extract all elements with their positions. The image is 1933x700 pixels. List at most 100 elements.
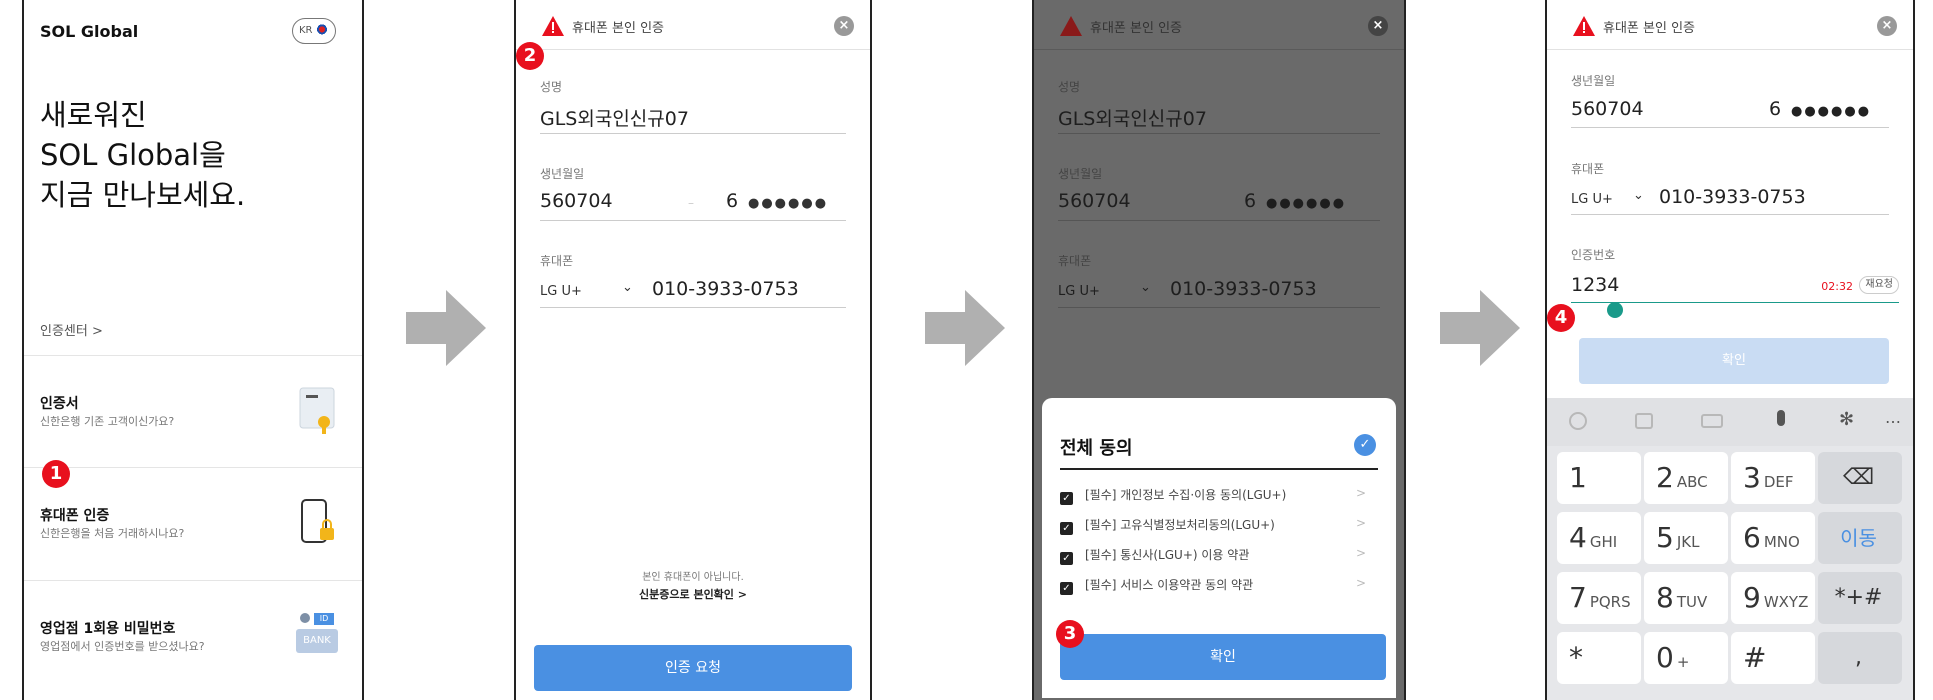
more-icon[interactable]: … <box>1885 408 1901 427</box>
menu-item-phone-auth[interactable]: 휴대폰 인증 신한은행을 처음 거래하시나요? <box>24 467 362 577</box>
request-auth-button[interactable]: 인증 요청 <box>534 645 852 691</box>
active-underline <box>1571 302 1899 303</box>
key-letters: + <box>1676 653 1690 671</box>
terms-item-label: [필수] 서비스 이용약관 동의 약관 <box>1085 578 1254 592</box>
menu-item-title: 휴대폰 인증 <box>40 508 110 524</box>
key-digit: *+# <box>1834 585 1883 610</box>
key-2-1[interactable]: 8 TUV <box>1644 572 1728 624</box>
cert-center-link[interactable]: 인증센터 > <box>40 320 103 339</box>
key-digit: 9 <box>1743 581 1761 614</box>
chevron-right-icon[interactable]: > <box>1356 516 1366 530</box>
headline: 새로워진 SOL Global을 지금 만나보세요. <box>40 95 245 215</box>
menu-item-title: 영업점 1회용 비밀번호 <box>40 621 176 637</box>
gender-digit[interactable]: 6 <box>726 190 738 212</box>
key-letters: MNO <box>1763 533 1800 551</box>
masked-id: ●●●●●● <box>748 196 829 211</box>
key-1-2[interactable]: 6 MNO <box>1731 512 1815 564</box>
gear-icon[interactable]: ✻ <box>1839 410 1854 430</box>
checkbox-icon[interactable]: ✓ <box>1060 552 1073 565</box>
code-field[interactable]: 1234 <box>1571 274 1619 296</box>
close-icon[interactable]: × <box>1368 16 1388 36</box>
close-icon[interactable]: × <box>834 16 854 36</box>
verify-confirm-button[interactable]: 확인 <box>1579 338 1889 384</box>
key-3-3[interactable]: , <box>1818 632 1902 684</box>
key-2-2[interactable]: 9 WXYZ <box>1731 572 1815 624</box>
terms-item-label: [필수] 개인정보 수집·이용 동의(LGU+) <box>1085 488 1287 502</box>
numeric-keyboard: ✻ … 1 2 ABC 3 DEF ⌫ 4 GHI 5 JKL 6 MNO 이동 7 PQRS 8 TUV 9 WX… <box>1547 398 1913 700</box>
check-all-icon[interactable]: ✓ <box>1354 434 1376 456</box>
terms-item[interactable]: ✓ [필수] 서비스 이용약관 동의 약관 <box>1060 576 1253 595</box>
key-digit: 3 <box>1743 461 1761 494</box>
language-toggle[interactable]: KR <box>292 18 336 44</box>
id-check-link[interactable]: 신분증으로 본인확인 > <box>516 586 870 602</box>
gif-icon[interactable] <box>1701 414 1723 428</box>
gender-digit[interactable]: 6 <box>1769 98 1781 120</box>
chevron-right-icon[interactable]: > <box>1356 576 1366 590</box>
divider <box>1058 133 1380 134</box>
keyboard-toolbar: ✻ … <box>1547 398 1913 446</box>
terms-item[interactable]: ✓ [필수] 개인정보 수집·이용 동의(LGU+) <box>1060 486 1286 505</box>
chevron-right-icon[interactable]: > <box>1356 546 1366 560</box>
birth-field[interactable]: 560704 <box>1571 98 1644 120</box>
close-icon[interactable]: × <box>1877 16 1897 36</box>
certificate-icon <box>299 387 335 434</box>
key-letters: ABC <box>1676 473 1708 491</box>
key-0-2[interactable]: 3 DEF <box>1731 452 1815 504</box>
name-field[interactable]: GLS외국인신규07 <box>540 104 689 131</box>
terms-item[interactable]: ✓ [필수] 고유식별정보처리동의(LGU+) <box>1060 516 1275 535</box>
birth-field: 560704 <box>1058 190 1131 212</box>
key-1-0[interactable]: 4 GHI <box>1557 512 1641 564</box>
emoji-icon[interactable] <box>1569 412 1587 430</box>
warning-icon <box>1060 16 1082 36</box>
warning-icon <box>542 16 564 36</box>
checkbox-icon[interactable]: ✓ <box>1060 582 1073 595</box>
menu-item-certificate[interactable]: 인증서 신한은행 기존 고객이신가요? <box>24 355 362 465</box>
menu-item-subtitle: 영업점에서 인증번호를 받으셨나요? <box>40 640 205 653</box>
carrier-select[interactable]: LG U+ <box>540 284 582 299</box>
birth-label: 생년월일 <box>1058 167 1103 181</box>
key-2-0[interactable]: 7 PQRS <box>1557 572 1641 624</box>
auth-header: 휴대폰 본인 인증 × <box>516 0 870 50</box>
key-letters: JKL <box>1676 533 1700 551</box>
masked-id: ●●●●●● <box>1266 196 1347 211</box>
chevron-right-icon[interactable]: > <box>1356 486 1366 500</box>
verify-code-screen: 휴대폰 본인 인증 × 생년월일 560704 6 ●●●●●● 휴대폰 LG … <box>1545 0 1915 700</box>
agree-confirm-button[interactable]: 확인 <box>1060 634 1386 680</box>
carrier-select[interactable]: LG U+ <box>1571 192 1613 207</box>
birth-dash: – <box>688 196 694 210</box>
key-1-3[interactable]: 이동 <box>1818 512 1902 564</box>
divider <box>1058 307 1380 308</box>
name-label: 성명 <box>1058 80 1081 94</box>
microphone-icon[interactable] <box>1777 410 1785 426</box>
menu-item-subtitle: 신한은행 기존 고객이신가요? <box>40 415 175 428</box>
key-letters: PQRS <box>1589 593 1631 611</box>
key-2-3[interactable]: *+# <box>1818 572 1902 624</box>
divider <box>540 307 846 308</box>
phone-field[interactable]: 010-3933-0753 <box>1659 186 1806 208</box>
name-field: GLS외국인신규07 <box>1058 108 1207 130</box>
terms-item[interactable]: ✓ [필수] 통신사(LGU+) 이용 약관 <box>1060 546 1249 565</box>
phone-field[interactable]: 010-3933-0753 <box>652 278 799 300</box>
key-1-1[interactable]: 5 JKL <box>1644 512 1728 564</box>
checkbox-icon[interactable]: ✓ <box>1060 522 1073 535</box>
key-digit: * <box>1569 641 1583 674</box>
key-0-1[interactable]: 2 ABC <box>1644 452 1728 504</box>
resend-button[interactable]: 재요청 <box>1859 276 1899 294</box>
phone-lock-icon <box>301 499 334 543</box>
key-digit: 0 <box>1656 641 1674 674</box>
cursor-handle[interactable] <box>1607 302 1623 318</box>
sticker-icon[interactable] <box>1635 413 1653 429</box>
headline-line-3: 지금 만나보세요. <box>40 178 246 212</box>
key-3-1[interactable]: 0 + <box>1644 632 1728 684</box>
key-3-2[interactable]: # <box>1731 632 1815 684</box>
checkbox-icon[interactable]: ✓ <box>1060 492 1073 505</box>
phone-label: 휴대폰 <box>1571 162 1605 176</box>
divider <box>1571 214 1889 215</box>
key-0-3[interactable]: ⌫ <box>1818 452 1902 504</box>
menu-item-branch-otp[interactable]: 영업점 1회용 비밀번호 영업점에서 인증번호를 받으셨나요? ID BANK <box>24 580 362 690</box>
birth-field[interactable]: 560704 <box>540 190 613 212</box>
key-digit: 이동 <box>1840 526 1877 550</box>
key-0-0[interactable]: 1 <box>1557 452 1641 504</box>
countdown-timer: 02:32 <box>1821 280 1853 293</box>
key-3-0[interactable]: * <box>1557 632 1641 684</box>
